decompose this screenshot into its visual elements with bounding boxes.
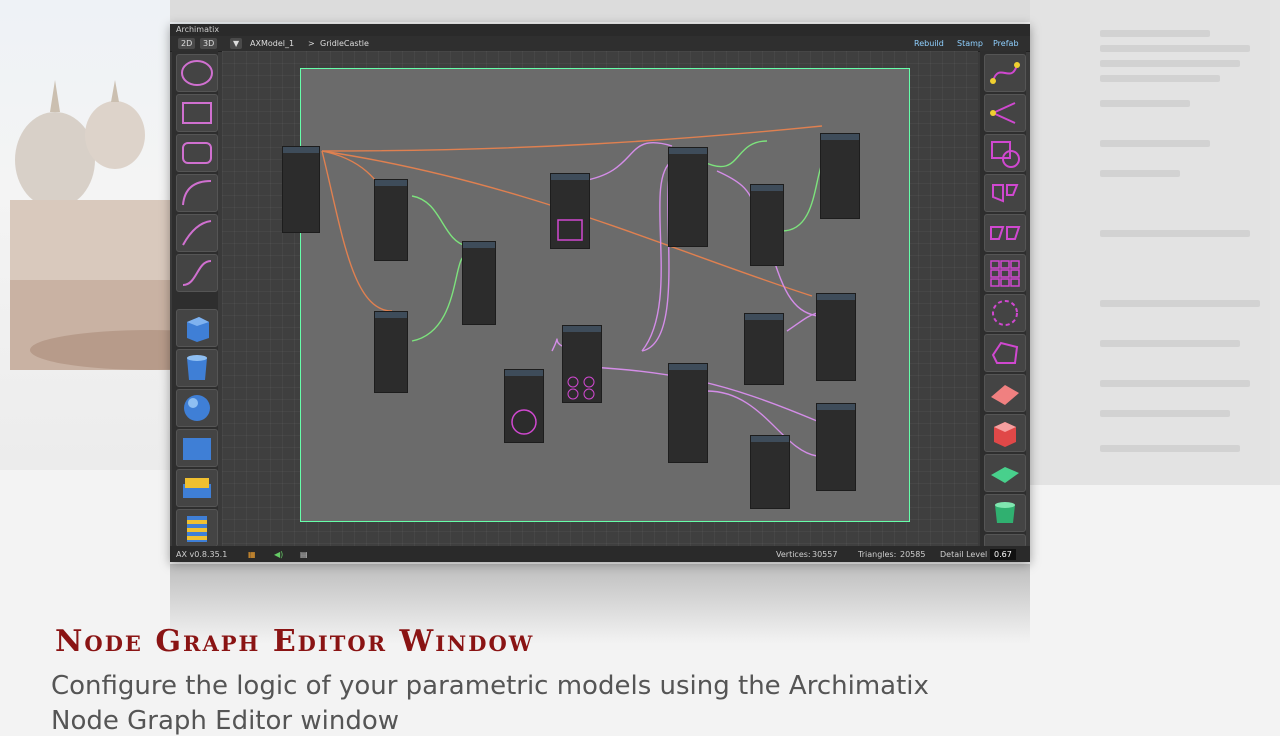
vertices-label: Vertices: (776, 550, 811, 559)
offset-icon[interactable] (984, 214, 1026, 252)
cylinder-icon[interactable] (984, 494, 1026, 532)
graph-node[interactable] (750, 435, 790, 509)
rounded-rect-icon[interactable] (176, 134, 218, 172)
graph-node[interactable] (744, 313, 784, 385)
spline-icon[interactable] (984, 54, 1026, 92)
flag-icon[interactable]: ▦ (248, 550, 256, 559)
triangles-value: 20585 (900, 550, 926, 559)
vertices-value: 30557 (812, 550, 838, 559)
sound-icon[interactable]: ◀) (274, 550, 283, 559)
shape-combine-icon[interactable] (984, 174, 1026, 212)
bevel-icon[interactable] (176, 469, 218, 507)
arc-icon[interactable] (176, 174, 218, 212)
branch-icon[interactable] (984, 94, 1026, 132)
graph-node[interactable] (668, 147, 708, 247)
sphere-icon[interactable] (176, 389, 218, 427)
breadcrumb-model[interactable]: AXModel_1 (250, 38, 294, 49)
prefab-button[interactable]: Prefab (993, 38, 1019, 49)
graph-node[interactable] (816, 403, 856, 491)
node-tool-palette (980, 51, 1026, 548)
inspector-panel (1030, 0, 1280, 485)
graph-node[interactable] (374, 179, 408, 261)
cube-icon[interactable] (176, 309, 218, 347)
status-bar: AX v0.8.35.1 ▦ ◀) ▤ Vertices: 30557 Tria… (170, 546, 1030, 562)
caption-subtitle-line2: Node Graph Editor window (51, 706, 399, 736)
dropdown-icon[interactable]: ▼ (230, 38, 243, 49)
node-graph-window: Archimatix 2D 3D ▼ AXModel_1 > GridleCas… (170, 24, 1030, 562)
detail-level-field[interactable]: 0.67 (990, 549, 1016, 560)
plane-icon[interactable] (984, 454, 1026, 492)
grid-icon[interactable] (176, 429, 218, 467)
graph-node[interactable] (282, 146, 320, 233)
box-icon[interactable] (984, 414, 1026, 452)
view-3d-button[interactable]: 3D (200, 38, 218, 49)
graph-node[interactable] (820, 133, 860, 219)
s-curve-icon[interactable] (176, 254, 218, 292)
version-label: AX v0.8.35.1 (176, 550, 228, 559)
rectangle-icon[interactable] (176, 94, 218, 132)
breadcrumb-node[interactable]: GridleCastle (320, 38, 369, 49)
radial-repeat-icon[interactable] (984, 294, 1026, 332)
window-title: Archimatix (176, 25, 220, 34)
cylinder-icon[interactable] (176, 349, 218, 387)
caption-subtitle: Configure the logic of your parametric m… (51, 671, 929, 701)
node-graph-canvas[interactable] (222, 51, 978, 546)
rebuild-button[interactable]: Rebuild (914, 38, 944, 49)
graph-node[interactable] (816, 293, 856, 381)
graph-node[interactable] (374, 311, 408, 393)
triangles-label: Triangles: (858, 550, 897, 559)
graph-node[interactable] (562, 325, 602, 403)
settings-icon[interactable]: ▤ (300, 550, 308, 559)
window-titlebar[interactable]: Archimatix (170, 24, 1030, 36)
graph-node[interactable] (668, 363, 708, 463)
caption-title: Node Graph Editor Window (55, 624, 535, 659)
graph-node[interactable] (504, 369, 544, 443)
grid-repeat-icon[interactable] (984, 254, 1026, 292)
shape-tool-palette (172, 51, 218, 547)
breadcrumb-separator: > (308, 39, 315, 48)
view-2d-button[interactable]: 2D (178, 38, 196, 49)
stack-icon[interactable] (176, 509, 218, 547)
graph-node[interactable] (462, 241, 496, 325)
circle-icon[interactable] (176, 54, 218, 92)
detail-level-label: Detail Level (940, 550, 988, 559)
window-toolbar: 2D 3D ▼ AXModel_1 > GridleCastle Rebuild… (170, 36, 1030, 52)
node-wires (321, 125, 831, 457)
stamp-button[interactable]: Stamp (957, 38, 983, 49)
curve-icon[interactable] (176, 214, 218, 252)
shape-merge-icon[interactable] (984, 134, 1026, 172)
graph-node[interactable] (550, 173, 590, 249)
polygon-icon[interactable] (984, 334, 1026, 372)
host-app-toolbar (170, 0, 1030, 22)
graph-node[interactable] (750, 184, 784, 266)
floor-icon[interactable] (984, 374, 1026, 412)
